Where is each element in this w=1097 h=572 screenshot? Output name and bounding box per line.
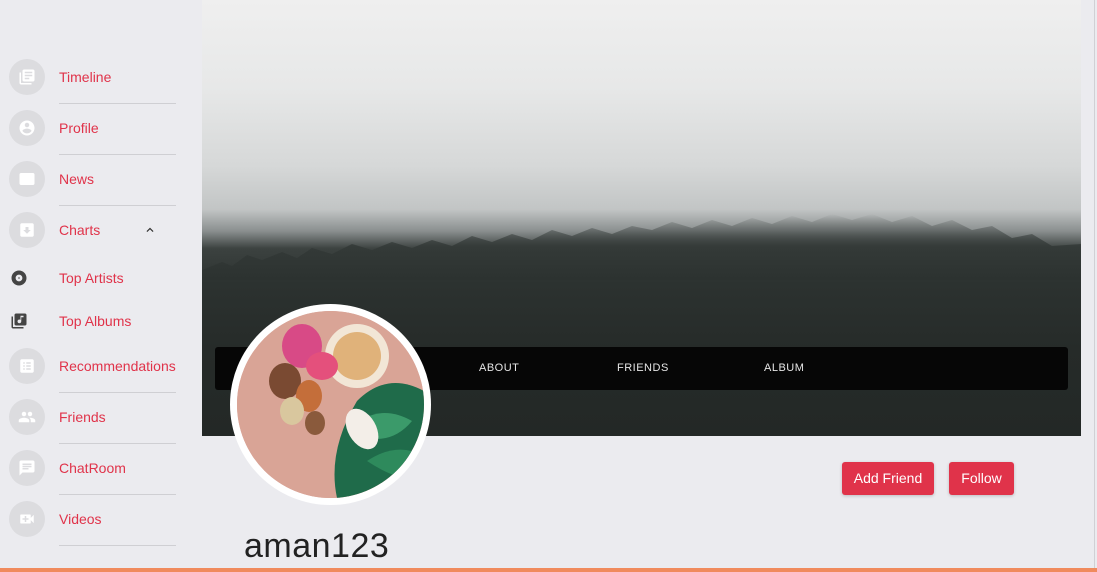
news-icon bbox=[9, 161, 45, 197]
sidebar-item-timeline[interactable]: Timeline bbox=[0, 53, 200, 104]
video-icon bbox=[9, 501, 45, 537]
sidebar-item-label: Profile bbox=[59, 120, 99, 136]
album-icon bbox=[10, 312, 28, 330]
sidebar-item-profile[interactable]: Profile bbox=[0, 104, 200, 155]
sidebar-item-label: Timeline bbox=[59, 69, 112, 85]
charts-icon bbox=[9, 212, 45, 248]
profile-username: aman123 bbox=[244, 527, 390, 565]
sidebar-item-label: Top Artists bbox=[59, 270, 124, 286]
sidebar-item-friends[interactable]: Friends bbox=[0, 393, 200, 444]
avatar[interactable] bbox=[230, 304, 431, 505]
scrollbar-edge bbox=[1094, 0, 1095, 568]
sidebar-item-label: News bbox=[59, 171, 95, 187]
add-friend-button[interactable]: Add Friend bbox=[842, 462, 934, 495]
chat-icon bbox=[9, 450, 45, 486]
follow-button[interactable]: Follow bbox=[949, 462, 1014, 495]
sidebar-item-label: ChatRoom bbox=[59, 460, 126, 476]
avatar-image bbox=[237, 311, 424, 498]
sidebar-item-label: Charts bbox=[59, 222, 101, 238]
sidebar-item-label: Top Albums bbox=[59, 313, 132, 329]
tab-album[interactable]: ALBUM bbox=[764, 362, 804, 374]
sidebar-item-videos[interactable]: Videos bbox=[0, 495, 200, 546]
sidebar-item-news[interactable]: News bbox=[0, 155, 200, 206]
sidebar-item-label: Friends bbox=[59, 409, 106, 425]
profile-icon bbox=[9, 110, 45, 146]
sidebar-item-recommendations[interactable]: Recommendations bbox=[0, 342, 200, 393]
disc-icon bbox=[10, 269, 28, 287]
bottom-accent-bar bbox=[0, 568, 1097, 572]
divider bbox=[59, 545, 176, 546]
sidebar-item-label: Recommendations bbox=[59, 358, 176, 374]
timeline-icon bbox=[9, 59, 45, 95]
sidebar-item-chatroom[interactable]: ChatRoom bbox=[0, 444, 200, 495]
list-icon bbox=[9, 348, 45, 384]
tab-friends[interactable]: FRIENDS bbox=[617, 362, 669, 374]
sidebar-item-label: Videos bbox=[59, 511, 102, 527]
forest-treeline bbox=[202, 214, 1081, 280]
chevron-up-icon[interactable] bbox=[143, 223, 157, 237]
friends-icon bbox=[9, 399, 45, 435]
sidebar-item-top-artists[interactable]: Top Artists bbox=[0, 258, 200, 298]
sidebar-item-charts[interactable]: Charts bbox=[0, 206, 200, 257]
sidebar-item-top-albums[interactable]: Top Albums bbox=[0, 301, 200, 341]
tab-about[interactable]: ABOUT bbox=[479, 362, 519, 374]
sidebar: Timeline Profile News Charts Top Artists bbox=[0, 0, 200, 572]
